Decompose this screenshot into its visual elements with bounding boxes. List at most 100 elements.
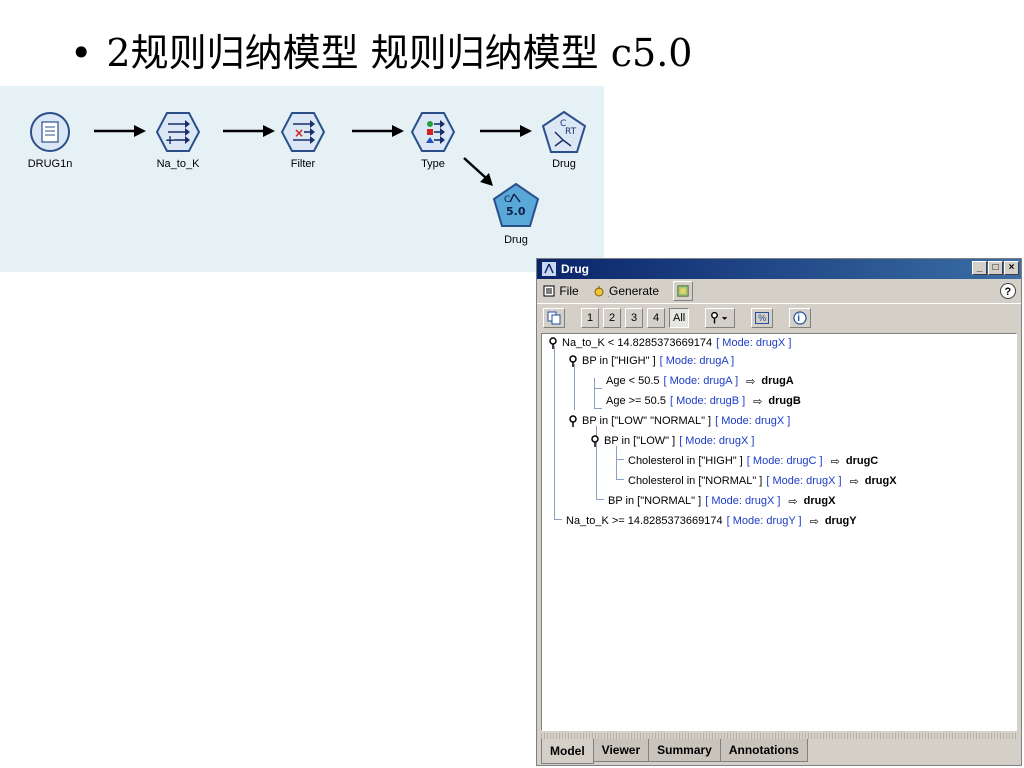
rule-condition: Cholesterol in ["NORMAL" ] — [628, 475, 763, 487]
tree-connector — [554, 519, 562, 520]
info-button[interactable]: i — [789, 308, 812, 328]
result-arrow: ⇨ — [849, 475, 859, 488]
slide-title: • 2规则归纳模型 规则归纳模型 c5.0 — [70, 22, 692, 77]
rule-condition: BP in ["HIGH" ] — [582, 355, 656, 367]
rule-result: drugX — [864, 475, 897, 487]
expand-pin-icon — [591, 435, 599, 447]
rule-condition: Age < 50.5 — [606, 375, 660, 387]
minimize-button[interactable]: _ — [972, 261, 987, 275]
type-icon — [410, 112, 456, 152]
generate-menu-icon — [594, 286, 604, 297]
level-4-button[interactable]: 4 — [647, 308, 665, 328]
node-drug-c50[interactable]: C 5.0 Drug — [471, 182, 561, 246]
maximize-button[interactable]: □ — [988, 261, 1003, 275]
slide-title-text: 2规则归纳模型 规则归纳模型 c5.0 — [106, 31, 693, 75]
node-na-to-k[interactable]: + Na_to_K — [133, 110, 223, 170]
result-arrow: ⇨ — [788, 495, 798, 508]
tab-annotations[interactable]: Annotations — [719, 739, 808, 762]
menubar: FFile GGenerate ? — [537, 279, 1021, 303]
tree-leaf[interactable]: Age < 50.5 [ Mode: drugA ] ⇨ drugA — [606, 372, 794, 390]
rule-result: drugC — [845, 455, 879, 467]
rule-mode: [ Mode: drugX ] — [766, 475, 842, 487]
tree-connector — [616, 446, 617, 480]
rule-condition: Na_to_K < 14.8285373669174 — [562, 337, 713, 349]
generate-menu[interactable]: GGenerate — [593, 284, 660, 298]
rule-mode: [ Mode: drugC ] — [746, 455, 823, 467]
percent-label: % — [755, 312, 770, 324]
rule-result: drugX — [803, 495, 836, 507]
tree-node[interactable]: BP in ["LOW" ] [ Mode: drugX ] — [590, 432, 754, 450]
rule-mode: [ Mode: drugX ] — [715, 415, 791, 427]
derive-icon: + — [155, 112, 201, 152]
rule-mode: [ Mode: drugB ] — [669, 395, 746, 407]
tree-leaf[interactable]: Na_to_K >= 14.8285373669174 [ Mode: drug… — [566, 512, 857, 530]
model-window[interactable]: Drug _ □ × FFile GGenerate — [536, 258, 1022, 766]
tab-viewer[interactable]: Viewer — [592, 739, 650, 762]
svg-text:+: + — [165, 133, 175, 147]
node-filter[interactable]: × Filter — [258, 110, 348, 170]
rule-condition: Age >= 50.5 — [606, 395, 666, 407]
bullet: • — [70, 31, 93, 75]
tree-leaf[interactable]: Cholesterol in ["NORMAL" ] [ Mode: drugX… — [628, 472, 897, 490]
close-button[interactable]: × — [1004, 261, 1019, 275]
export-button[interactable] — [673, 281, 694, 301]
tree-leaf[interactable]: Cholesterol in ["HIGH" ] [ Mode: drugC ]… — [628, 452, 878, 470]
tree-connector — [594, 388, 602, 389]
tree-leaf[interactable]: Age >= 50.5 [ Mode: drugB ] ⇨ drugB — [606, 392, 801, 410]
svg-text:5.0: 5.0 — [506, 205, 526, 218]
stream-canvas[interactable]: DRUG1n + Na_to_K × Filter Type C RT Drug… — [0, 86, 604, 272]
expand-pin-icon — [569, 415, 577, 427]
rule-mode: [ Mode: drugX ] — [679, 435, 755, 447]
tree-leaf[interactable]: BP in ["NORMAL" ] [ Mode: drugX ] ⇨ drug… — [608, 492, 835, 510]
node-label: Drug — [504, 234, 528, 246]
tree-connector — [616, 479, 624, 480]
info-icon — [793, 311, 807, 325]
svg-text:?: ? — [1005, 286, 1012, 298]
node-label: Filter — [290, 158, 316, 170]
tree-node[interactable]: BP in ["HIGH" ] [ Mode: drugA ] — [568, 352, 734, 370]
rule-result: drugY — [824, 515, 857, 527]
rule-tree[interactable]: Na_to_K < 14.8285373669174 [ Mode: drugX… — [541, 333, 1017, 731]
tree-connector — [616, 459, 624, 460]
node-drug1n[interactable]: DRUG1n — [5, 110, 95, 170]
filter-icon: × — [280, 112, 326, 152]
svg-text:RT: RT — [565, 127, 577, 137]
rule-condition: BP in ["NORMAL" ] — [608, 495, 702, 507]
rule-mode: [ Mode: drugA ] — [663, 375, 739, 387]
level-3-button[interactable]: 3 — [625, 308, 643, 328]
level-1-button[interactable]: 1 — [581, 308, 599, 328]
export-icon — [677, 285, 689, 297]
rule-mode: [ Mode: drugA ] — [659, 355, 735, 367]
source-file-icon — [30, 112, 70, 152]
expand-pin-icon — [569, 355, 577, 367]
rule-mode: [ Mode: drugX ] — [705, 495, 781, 507]
copy-button[interactable] — [543, 308, 565, 328]
rule-mode: [ Mode: drugX ] — [716, 337, 792, 349]
tab-model[interactable]: Model — [541, 739, 594, 764]
node-options-button[interactable] — [705, 308, 736, 328]
rule-result: drugA — [761, 375, 794, 387]
level-all-button[interactable]: All — [669, 308, 690, 328]
window-title: Drug — [561, 262, 589, 276]
generate-menu-label: Generate — [609, 284, 660, 298]
percent-button[interactable]: % — [751, 308, 774, 328]
result-arrow: ⇨ — [746, 375, 756, 388]
rule-result: drugB — [768, 395, 801, 407]
tab-summary[interactable]: Summary — [648, 739, 721, 762]
tree-node[interactable]: BP in ["LOW" "NORMAL" ] [ Mode: drugX ] — [568, 412, 790, 430]
node-label: Drug — [552, 158, 576, 170]
result-arrow: ⇨ — [753, 395, 763, 408]
rule-condition: Cholesterol in ["HIGH" ] — [628, 455, 743, 467]
node-label: Na_to_K — [156, 158, 200, 170]
model-window-icon — [542, 262, 556, 276]
toolbar: 1 2 3 4 All % i — [537, 303, 1021, 332]
node-drug-cart[interactable]: C RT Drug — [519, 110, 609, 170]
rule-mode: [ Mode: drugY ] — [726, 515, 802, 527]
tree-node[interactable]: Na_to_K < 14.8285373669174 [ Mode: drugX… — [548, 334, 791, 352]
level-2-button[interactable]: 2 — [603, 308, 621, 328]
window-titlebar[interactable]: Drug _ □ × — [537, 259, 1021, 279]
help-icon[interactable]: ? — [999, 282, 1017, 300]
tree-connector — [594, 408, 602, 409]
file-menu[interactable]: FFile — [543, 284, 579, 298]
svg-text:×: × — [294, 126, 304, 140]
